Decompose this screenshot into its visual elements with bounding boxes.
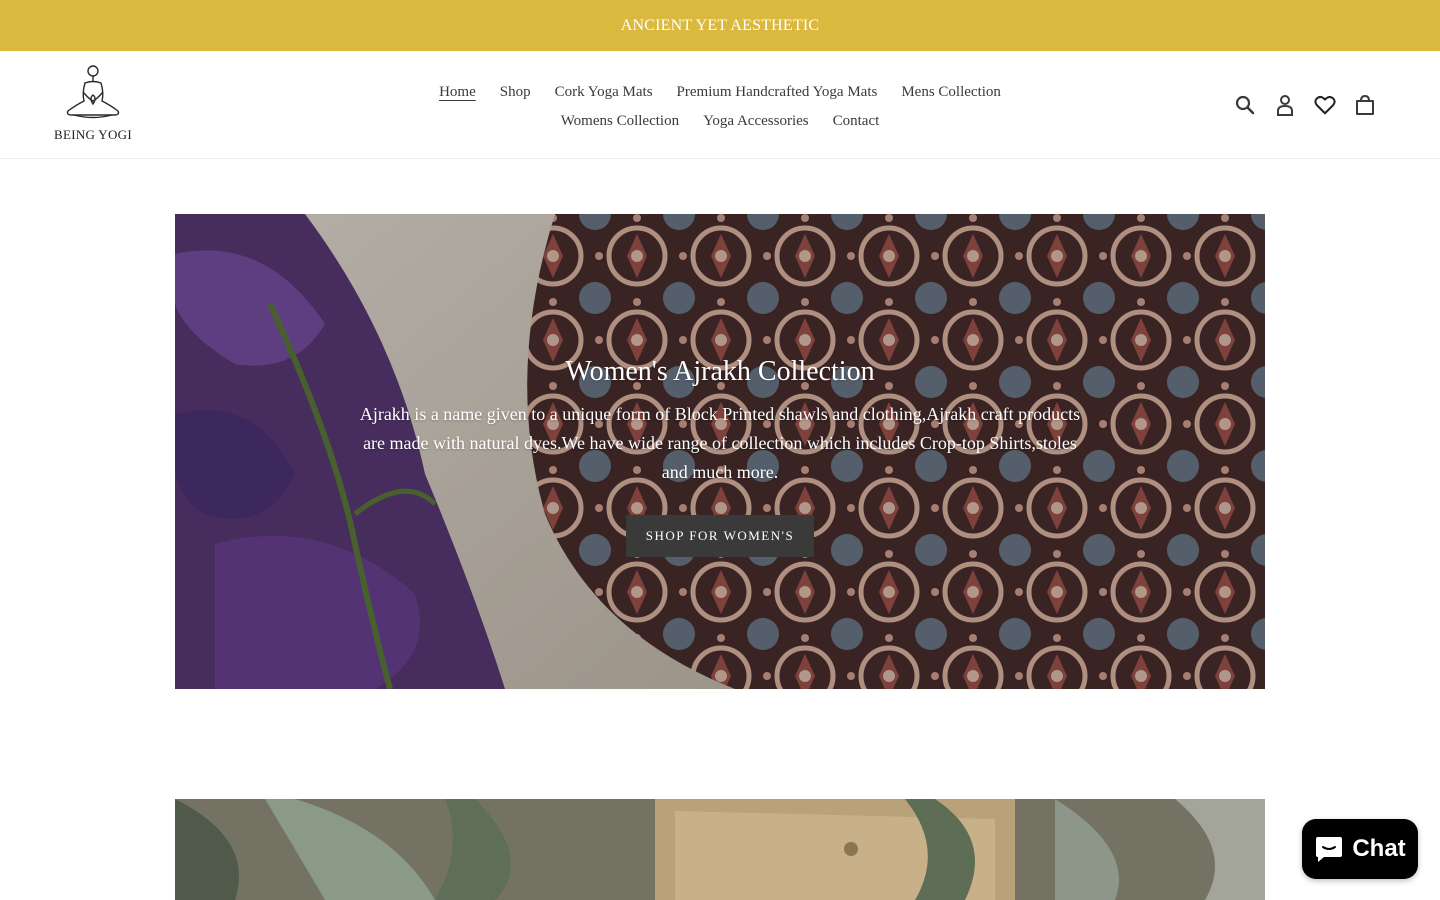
cart-icon: [1356, 94, 1374, 115]
search-button[interactable]: [1234, 93, 1256, 117]
logo-text: BEING YOGI: [54, 127, 132, 142]
site-header: BEING YOGI Home Shop Cork Yoga Mats Prem…: [0, 51, 1440, 159]
second-banner-image: [175, 799, 1265, 900]
account-icon: [1277, 95, 1293, 116]
account-button[interactable]: [1274, 93, 1296, 117]
announcement-text: ANCIENT YET AESTHETIC: [620, 16, 820, 34]
nav-row-1: Home Shop Cork Yoga Mats Premium Handcra…: [400, 78, 1040, 107]
wishlist-button[interactable]: [1314, 93, 1336, 117]
nav-item-yoga-accessories[interactable]: Yoga Accessories: [703, 113, 809, 130]
logo[interactable]: BEING YOGI: [52, 63, 134, 147]
nav-item-mens-collection[interactable]: Mens Collection: [901, 84, 1001, 101]
nav-item-womens-collection[interactable]: Womens Collection: [561, 113, 679, 130]
hero-description: Ajrakh is a name given to a unique form …: [359, 404, 1081, 482]
hero-content: Women's Ajrakh Collection Ajrakh is a na…: [175, 352, 1265, 557]
hero-title: Women's Ajrakh Collection: [565, 356, 875, 387]
nav-item-cork-yoga-mats[interactable]: Cork Yoga Mats: [555, 84, 653, 101]
nav-row-2: Womens Collection Yoga Accessories Conta…: [400, 107, 1040, 136]
shop-for-womens-button[interactable]: SHOP FOR WOMEN'S: [625, 515, 815, 557]
chat-button[interactable]: Chat: [1302, 819, 1418, 879]
nav-item-premium-handcrafted-yoga-mats[interactable]: Premium Handcrafted Yoga Mats: [677, 84, 878, 101]
nav-item-shop[interactable]: Shop: [500, 84, 531, 101]
main-nav: Home Shop Cork Yoga Mats Premium Handcra…: [400, 78, 1040, 136]
nav-item-contact[interactable]: Contact: [833, 113, 880, 130]
cart-button[interactable]: [1354, 93, 1376, 117]
search-icon: [1235, 95, 1255, 115]
nav-item-home[interactable]: Home: [439, 84, 476, 101]
announcement-bar: ANCIENT YET AESTHETIC: [0, 0, 1440, 51]
chat-label: Chat: [1352, 835, 1406, 862]
second-banner: [175, 799, 1265, 900]
meditating-yogi-icon: [66, 65, 120, 119]
chat-bubble-icon: [1316, 837, 1343, 862]
wishlist-heart-icon: [1314, 95, 1336, 115]
header-icons: [1234, 93, 1376, 117]
hero-banner: Women's Ajrakh Collection Ajrakh is a na…: [175, 214, 1265, 689]
